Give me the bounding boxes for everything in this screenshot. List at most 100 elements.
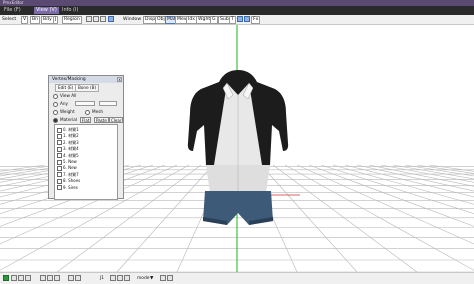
option-material[interactable]: Material [53, 117, 77, 123]
select-body-toggle[interactable]: Bdy [41, 16, 54, 24]
checkbox-icon[interactable] [57, 153, 62, 159]
toolbar-icon-4[interactable] [108, 16, 114, 22]
status-icon-8[interactable] [75, 275, 81, 281]
status-icon-12[interactable] [160, 275, 166, 281]
grid-line [116, 164, 214, 272]
select-vertex-toggle[interactable]: V [21, 16, 29, 24]
vertex-masking-panel: Vertex/Masking x Edit (E) Bone (B) View … [48, 75, 124, 200]
status-icon-10[interactable] [117, 275, 123, 281]
toolbar-icon-2[interactable] [93, 16, 99, 22]
select-joint-toggle[interactable]: J [53, 16, 59, 24]
checkbox-icon[interactable] [57, 146, 62, 152]
fx-toggle[interactable]: Fx [251, 16, 261, 24]
material-list-item[interactable]: 1. 材質2 [57, 133, 79, 139]
checkbox-icon[interactable] [57, 172, 62, 178]
menu-view[interactable]: View (V) [34, 7, 59, 14]
radio-icon [85, 109, 90, 115]
3d-viewport[interactable]: Vertex/Masking x Edit (E) Bone (B) View … [0, 25, 474, 272]
option-label: Weight [60, 109, 75, 114]
material-list[interactable]: 0. 材質1 1. 材質2 2. 材質3 3. 材質4 4. 材質5 5. New 6. N… [54, 124, 118, 200]
material-label: 9. Sires [63, 184, 78, 190]
option-label: Material [60, 117, 78, 122]
option-view-all[interactable]: View All [53, 93, 76, 99]
checkbox-icon[interactable] [57, 178, 62, 184]
material-list-item[interactable]: 3. 材質4 [57, 146, 79, 152]
toolbar-icon-1[interactable] [86, 16, 92, 22]
status-icon-4[interactable] [40, 275, 46, 281]
grid-line [284, 164, 474, 271]
grid-line [392, 164, 474, 180]
status-icon-7[interactable] [68, 275, 74, 281]
grid-line [356, 164, 474, 192]
mesh-option[interactable]: Mesh [85, 109, 103, 115]
paste-button[interactable]: Paste [94, 117, 109, 123]
tab-edit[interactable]: Edit (E) [55, 84, 77, 92]
material-list-item[interactable]: 8. Shoes [57, 178, 81, 184]
view-icon-2[interactable] [244, 16, 250, 22]
menu-info[interactable]: Info (I) [60, 7, 80, 14]
option-any[interactable]: Any [53, 101, 68, 107]
toolbar-icon-3[interactable] [100, 16, 106, 22]
window-label: Window [123, 17, 142, 22]
material-list-item[interactable]: 2. 材質3 [57, 139, 79, 146]
option-label: View All [60, 93, 77, 98]
material-label: 2. 材質3 [63, 139, 79, 145]
clear-button[interactable]: Clear [109, 117, 124, 123]
checkbox-icon[interactable] [57, 140, 62, 146]
status-icon-3[interactable] [25, 275, 31, 281]
g-toggle[interactable]: G [210, 16, 218, 24]
material-list-item[interactable]: 5. New [57, 159, 77, 165]
status-icon-5[interactable] [47, 275, 53, 281]
material-label: 1. 材質2 [63, 133, 79, 139]
material-list-item[interactable]: 6. New [57, 165, 77, 171]
material-label: 6. New [63, 165, 77, 171]
option-weight[interactable]: Weight [53, 109, 75, 115]
mode-dropdown[interactable]: ▼ [150, 275, 153, 282]
checkbox-icon[interactable] [57, 127, 62, 133]
grid-line [320, 164, 474, 215]
region-toggle[interactable]: Region [62, 16, 82, 24]
status-icon-6[interactable] [54, 275, 60, 281]
mode-label: mode [137, 276, 150, 281]
panel-close-button[interactable]: x [117, 77, 122, 82]
checkbox-icon[interactable] [57, 133, 62, 139]
material-list-item[interactable]: 4. 材質5 [57, 153, 79, 159]
grid-line [260, 164, 358, 272]
material-label: 5. New [63, 159, 77, 164]
any-field-1[interactable] [75, 101, 95, 106]
panel-title: Vertex/Masking [49, 76, 123, 83]
grid-line [416, 164, 474, 174]
radio-icon [53, 93, 58, 99]
option-label: Any [60, 101, 68, 106]
material-list-item[interactable]: 0. 材質1 [57, 127, 79, 133]
checkbox-icon[interactable] [57, 165, 62, 171]
material-list-item[interactable]: 9. Sires [57, 184, 78, 191]
view-icon-1[interactable] [237, 16, 243, 22]
material-list-item[interactable]: 7. 材質7 [57, 171, 79, 178]
material-label: 3. 材質4 [63, 146, 79, 152]
status-icon-2[interactable] [18, 275, 24, 281]
any-field-2[interactable] [99, 101, 117, 106]
toolbar: Select V Bn Bdy J Region Window Disp Obj… [0, 15, 474, 25]
radio-icon [53, 101, 58, 107]
t-toggle[interactable]: T [229, 16, 236, 24]
checkbox-icon[interactable] [57, 185, 62, 191]
status-icon-1[interactable] [11, 275, 17, 281]
material-label: 0. 材質1 [63, 127, 79, 132]
radio-icon [53, 117, 58, 123]
select-label: Select [2, 17, 17, 22]
status-icon-13[interactable] [167, 275, 173, 281]
grid-line [272, 164, 418, 272]
model-outfit[interactable] [187, 70, 289, 225]
tab-bone[interactable]: Bone (B) [75, 84, 100, 92]
status-icon-11[interactable] [124, 275, 130, 281]
select-bone-toggle[interactable]: Bn [30, 16, 41, 24]
status-icon-9[interactable] [110, 275, 116, 281]
checkbox-icon[interactable] [57, 159, 62, 165]
material-label: 8. Shoes [63, 178, 81, 184]
grid-line [344, 164, 474, 198]
material-label: 7. 材質7 [63, 171, 79, 177]
menu-file[interactable]: File (F) [2, 7, 23, 14]
grid-line [368, 164, 474, 187]
flat-button[interactable]: Flat [80, 117, 92, 123]
